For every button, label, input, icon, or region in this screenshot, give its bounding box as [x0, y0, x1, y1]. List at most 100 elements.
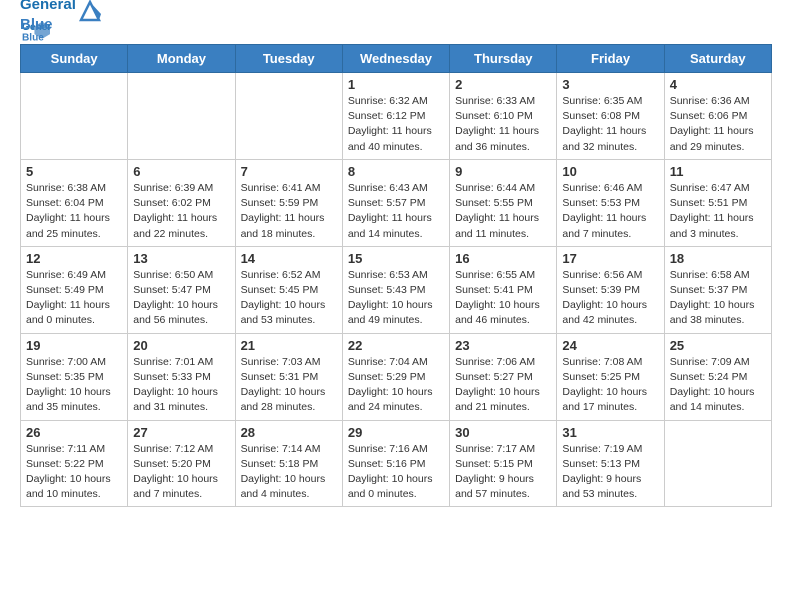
logo-line2: Blue	[20, 15, 76, 35]
day-number: 17	[562, 251, 658, 266]
day-number: 30	[455, 425, 551, 440]
day-info: Sunrise: 7:06 AMSunset: 5:27 PMDaylight:…	[455, 355, 551, 416]
calendar-cell: 22 Sunrise: 7:04 AMSunset: 5:29 PMDayligh…	[342, 333, 449, 420]
calendar-cell: 12Sunrise: 6:49 AMSunset: 5:49 PMDayligh…	[21, 246, 128, 333]
day-info: Sunrise: 6:39 AMSunset: 6:02 PMDaylight:…	[133, 181, 229, 242]
calendar-cell: 23 Sunrise: 7:06 AMSunset: 5:27 PMDayligh…	[450, 333, 557, 420]
calendar-cell: 28 Sunrise: 7:14 AMSunset: 5:18 PMDayligh…	[235, 420, 342, 507]
day-number: 10	[562, 164, 658, 179]
day-number: 6	[133, 164, 229, 179]
calendar-cell: 21 Sunrise: 7:03 AMSunset: 5:31 PMDayligh…	[235, 333, 342, 420]
day-info: Sunrise: 7:09 AMSunset: 5:24 PMDaylight:…	[670, 355, 766, 416]
day-number: 11	[670, 164, 766, 179]
weekday-header-monday: Monday	[128, 45, 235, 73]
day-info: Sunrise: 6:53 AMSunset: 5:43 PMDaylight:…	[348, 268, 444, 329]
calendar-cell: 8Sunrise: 6:43 AMSunset: 5:57 PMDaylight…	[342, 159, 449, 246]
day-info: Sunrise: 6:41 AMSunset: 5:59 PMDaylight:…	[241, 181, 337, 242]
weekday-header-tuesday: Tuesday	[235, 45, 342, 73]
day-number: 29	[348, 425, 444, 440]
day-number: 26	[26, 425, 122, 440]
calendar-cell: 29 Sunrise: 7:16 AMSunset: 5:16 PMDayligh…	[342, 420, 449, 507]
day-number: 18	[670, 251, 766, 266]
calendar-cell: 18 Sunrise: 6:58 AMSunset: 5:37 PMDayligh…	[664, 246, 771, 333]
day-info: Sunrise: 6:33 AMSunset: 6:10 PMDaylight:…	[455, 94, 551, 155]
calendar-cell: 3 Sunrise: 6:35 AMSunset: 6:08 PMDaylight…	[557, 73, 664, 160]
day-number: 28	[241, 425, 337, 440]
day-number: 19	[26, 338, 122, 353]
day-number: 25	[670, 338, 766, 353]
weekday-header-sunday: Sunday	[21, 45, 128, 73]
calendar-cell: 1Sunrise: 6:32 AMSunset: 6:12 PMDaylight…	[342, 73, 449, 160]
calendar-week-row: 5 Sunrise: 6:38 AMSunset: 6:04 PMDaylight…	[21, 159, 772, 246]
weekday-header-wednesday: Wednesday	[342, 45, 449, 73]
weekday-header-saturday: Saturday	[664, 45, 771, 73]
day-info: Sunrise: 7:03 AMSunset: 5:31 PMDaylight:…	[241, 355, 337, 416]
day-number: 9	[455, 164, 551, 179]
day-info: Sunrise: 7:04 AMSunset: 5:29 PMDaylight:…	[348, 355, 444, 416]
calendar-cell: 15 Sunrise: 6:53 AMSunset: 5:43 PMDayligh…	[342, 246, 449, 333]
day-number: 4	[670, 77, 766, 92]
calendar-week-row: 12Sunrise: 6:49 AMSunset: 5:49 PMDayligh…	[21, 246, 772, 333]
day-number: 14	[241, 251, 337, 266]
calendar-cell: 27 Sunrise: 7:12 AMSunset: 5:20 PMDayligh…	[128, 420, 235, 507]
day-number: 15	[348, 251, 444, 266]
day-number: 22	[348, 338, 444, 353]
calendar-cell: 13 Sunrise: 6:50 AMSunset: 5:47 PMDayligh…	[128, 246, 235, 333]
day-info: Sunrise: 6:52 AMSunset: 5:45 PMDaylight:…	[241, 268, 337, 329]
day-info: Sunrise: 6:55 AMSunset: 5:41 PMDaylight:…	[455, 268, 551, 329]
calendar-cell	[235, 73, 342, 160]
day-info: Sunrise: 7:16 AMSunset: 5:16 PMDaylight:…	[348, 442, 444, 503]
day-info: Sunrise: 6:43 AMSunset: 5:57 PMDaylight:…	[348, 181, 444, 242]
calendar-cell: 24 Sunrise: 7:08 AMSunset: 5:25 PMDayligh…	[557, 333, 664, 420]
day-number: 2	[455, 77, 551, 92]
calendar-cell	[128, 73, 235, 160]
day-info: Sunrise: 7:12 AMSunset: 5:20 PMDaylight:…	[133, 442, 229, 503]
day-info: Sunrise: 7:11 AMSunset: 5:22 PMDaylight:…	[26, 442, 122, 503]
day-info: Sunrise: 6:58 AMSunset: 5:37 PMDaylight:…	[670, 268, 766, 329]
day-info: Sunrise: 6:50 AMSunset: 5:47 PMDaylight:…	[133, 268, 229, 329]
calendar-week-row: 19Sunrise: 7:00 AMSunset: 5:35 PMDayligh…	[21, 333, 772, 420]
calendar-header-row: SundayMondayTuesdayWednesdayThursdayFrid…	[21, 45, 772, 73]
calendar-cell: 26 Sunrise: 7:11 AMSunset: 5:22 PMDayligh…	[21, 420, 128, 507]
day-number: 21	[241, 338, 337, 353]
day-info: Sunrise: 6:47 AMSunset: 5:51 PMDaylight:…	[670, 181, 766, 242]
calendar-cell: 7 Sunrise: 6:41 AMSunset: 5:59 PMDaylight…	[235, 159, 342, 246]
day-info: Sunrise: 6:44 AMSunset: 5:55 PMDaylight:…	[455, 181, 551, 242]
day-info: Sunrise: 6:36 AMSunset: 6:06 PMDaylight:…	[670, 94, 766, 155]
day-info: Sunrise: 7:17 AMSunset: 5:15 PMDaylight:…	[455, 442, 551, 503]
calendar-cell: 5 Sunrise: 6:38 AMSunset: 6:04 PMDaylight…	[21, 159, 128, 246]
day-info: Sunrise: 7:08 AMSunset: 5:25 PMDaylight:…	[562, 355, 658, 416]
day-number: 7	[241, 164, 337, 179]
weekday-header-thursday: Thursday	[450, 45, 557, 73]
day-number: 24	[562, 338, 658, 353]
day-number: 27	[133, 425, 229, 440]
calendar-cell: 25 Sunrise: 7:09 AMSunset: 5:24 PMDayligh…	[664, 333, 771, 420]
weekday-header-friday: Friday	[557, 45, 664, 73]
calendar-week-row: 26 Sunrise: 7:11 AMSunset: 5:22 PMDayligh…	[21, 420, 772, 507]
calendar-cell: 20Sunrise: 7:01 AMSunset: 5:33 PMDayligh…	[128, 333, 235, 420]
logo-triangle-icon	[79, 0, 101, 22]
calendar-cell: 9 Sunrise: 6:44 AMSunset: 5:55 PMDaylight…	[450, 159, 557, 246]
calendar-cell: 6 Sunrise: 6:39 AMSunset: 6:02 PMDaylight…	[128, 159, 235, 246]
calendar-cell: 10 Sunrise: 6:46 AMSunset: 5:53 PMDayligh…	[557, 159, 664, 246]
day-info: Sunrise: 6:46 AMSunset: 5:53 PMDaylight:…	[562, 181, 658, 242]
day-number: 5	[26, 164, 122, 179]
calendar-cell: 16Sunrise: 6:55 AMSunset: 5:41 PMDayligh…	[450, 246, 557, 333]
calendar-cell: 4 Sunrise: 6:36 AMSunset: 6:06 PMDaylight…	[664, 73, 771, 160]
day-number: 3	[562, 77, 658, 92]
calendar-cell: 2 Sunrise: 6:33 AMSunset: 6:10 PMDaylight…	[450, 73, 557, 160]
day-info: Sunrise: 6:38 AMSunset: 6:04 PMDaylight:…	[26, 181, 122, 242]
day-number: 20	[133, 338, 229, 353]
day-number: 23	[455, 338, 551, 353]
day-info: Sunrise: 6:32 AMSunset: 6:12 PMDaylight:…	[348, 94, 444, 155]
logo: General Blue General Blue	[20, 20, 101, 34]
calendar-week-row: 1Sunrise: 6:32 AMSunset: 6:12 PMDaylight…	[21, 73, 772, 160]
day-info: Sunrise: 6:35 AMSunset: 6:08 PMDaylight:…	[562, 94, 658, 155]
day-number: 13	[133, 251, 229, 266]
day-info: Sunrise: 7:19 AMSunset: 5:13 PMDaylight:…	[562, 442, 658, 503]
header: General Blue General Blue	[20, 20, 772, 34]
calendar-cell: 14 Sunrise: 6:52 AMSunset: 5:45 PMDayligh…	[235, 246, 342, 333]
calendar-cell	[21, 73, 128, 160]
calendar-cell	[664, 420, 771, 507]
day-info: Sunrise: 7:14 AMSunset: 5:18 PMDaylight:…	[241, 442, 337, 503]
